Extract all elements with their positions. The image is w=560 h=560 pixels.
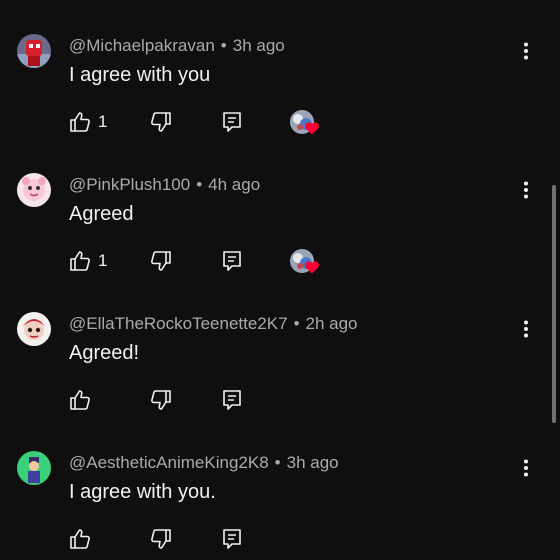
comment-actions: [0, 517, 560, 557]
creator-heart-badge: [290, 249, 322, 277]
like-button[interactable]: [68, 527, 92, 551]
comment-meta: @EllaTheRockoTeenette2K7 • 2h ago: [69, 314, 358, 334]
reply-button[interactable]: [220, 527, 244, 551]
meta-separator: •: [220, 36, 227, 55]
thumbs-down-icon: [151, 112, 171, 132]
like-button[interactable]: 1: [68, 249, 107, 273]
reply-button[interactable]: [220, 110, 244, 134]
more-vert-icon: [524, 181, 528, 199]
comment-actions: [0, 378, 560, 418]
dislike-button[interactable]: [149, 110, 173, 134]
comment-item: @PinkPlush100 • 4h ago Agreed 1: [0, 139, 560, 278]
like-button[interactable]: [68, 388, 92, 412]
avatar[interactable]: [17, 451, 51, 485]
comment-meta: @PinkPlush100 • 4h ago: [69, 175, 260, 195]
more-options-button[interactable]: [516, 177, 536, 203]
comment-text: Agreed: [69, 203, 134, 225]
reply-icon: [223, 390, 241, 410]
meta-separator: •: [196, 175, 203, 194]
reply-button[interactable]: [220, 249, 244, 273]
avatar[interactable]: [17, 312, 51, 346]
thumbs-down-icon: [151, 529, 171, 549]
thumbs-up-icon: [70, 390, 90, 410]
comment-author[interactable]: @Michaelpakravan: [69, 36, 215, 55]
like-count: 1: [98, 251, 108, 270]
scrollbar-thumb[interactable]: [552, 185, 556, 423]
thumbs-down-icon: [151, 251, 171, 271]
reply-button[interactable]: [220, 388, 244, 412]
like-button[interactable]: 1: [68, 110, 107, 134]
comment-text: I agree with you: [69, 64, 211, 86]
comment-time[interactable]: 4h ago: [208, 175, 260, 194]
thumbs-up-icon: [70, 251, 90, 271]
more-options-button[interactable]: [516, 316, 536, 342]
meta-separator: •: [274, 453, 281, 472]
dislike-button[interactable]: [149, 527, 173, 551]
avatar[interactable]: [17, 34, 51, 68]
thumbs-down-icon: [151, 390, 171, 410]
comment-item: @Michaelpakravan • 3h ago I agree with you…: [0, 0, 560, 139]
comment-actions: 1: [0, 239, 560, 279]
comment-meta: @Michaelpakravan • 3h ago: [69, 36, 285, 56]
comment-time[interactable]: 2h ago: [306, 314, 358, 333]
more-vert-icon: [524, 42, 528, 60]
comment-text: I agree with you.: [69, 481, 216, 503]
comment-actions: 1: [0, 100, 560, 140]
thumbs-up-icon: [70, 112, 90, 132]
comment-text: Agreed!: [69, 342, 140, 364]
more-options-button[interactable]: [516, 38, 536, 64]
comment-author[interactable]: @AestheticAnimeKing2K8: [69, 453, 269, 472]
dislike-button[interactable]: [149, 249, 173, 273]
creator-heart-badge: [290, 110, 322, 138]
comment-author[interactable]: @PinkPlush100: [69, 175, 190, 194]
more-vert-icon: [524, 459, 528, 477]
comment-meta: @AestheticAnimeKing2K8 • 3h ago: [69, 453, 339, 473]
reply-icon: [223, 251, 241, 271]
comment-time[interactable]: 3h ago: [233, 36, 285, 55]
heart-icon: [305, 122, 319, 135]
avatar[interactable]: [17, 173, 51, 207]
heart-icon: [305, 261, 319, 274]
reply-icon: [223, 112, 241, 132]
comment-item: @AestheticAnimeKing2K8 • 3h ago I agree wi…: [0, 417, 560, 556]
comment-item: @EllaTheRockoTeenette2K7 • 2h ago Agreed!: [0, 278, 560, 417]
more-options-button[interactable]: [516, 455, 536, 481]
reply-icon: [223, 529, 241, 549]
more-vert-icon: [524, 320, 528, 338]
meta-separator: •: [293, 314, 300, 333]
dislike-button[interactable]: [149, 388, 173, 412]
thumbs-up-icon: [70, 529, 90, 549]
comment-time[interactable]: 3h ago: [287, 453, 339, 472]
comment-author[interactable]: @EllaTheRockoTeenette2K7: [69, 314, 288, 333]
like-count: 1: [98, 112, 108, 131]
